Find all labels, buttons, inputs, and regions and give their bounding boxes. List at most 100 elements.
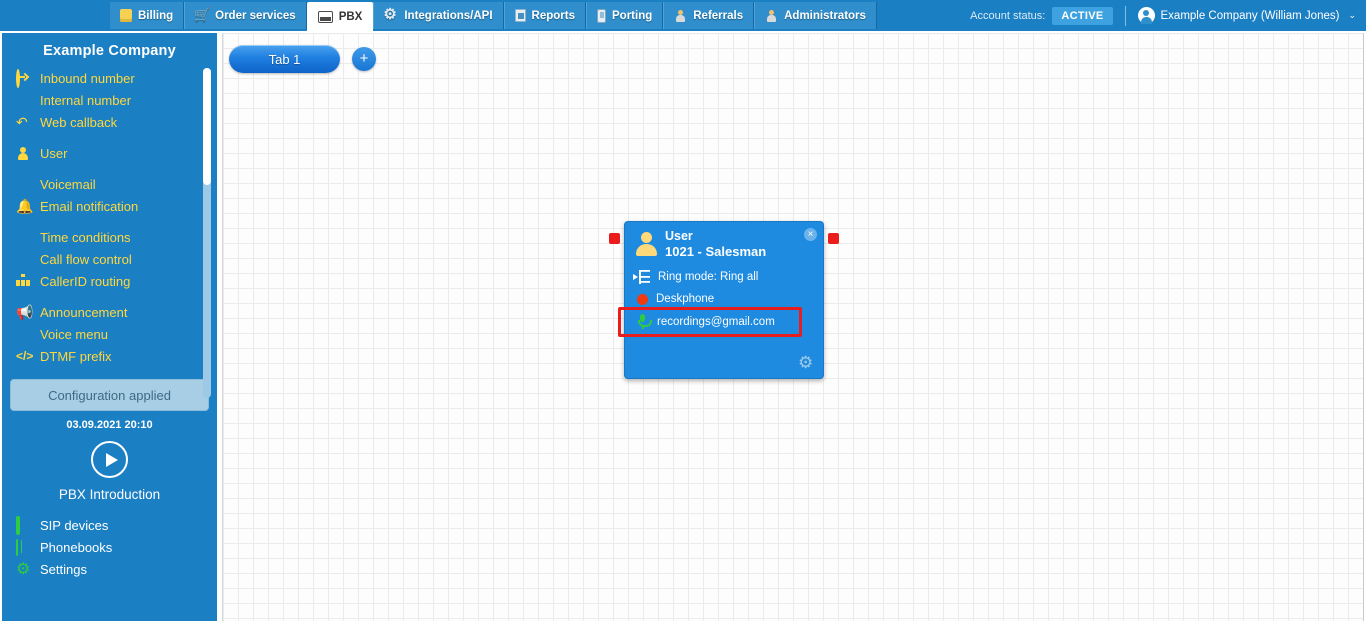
nav-tab-reports[interactable]: Reports (503, 2, 586, 29)
sidebar-item-label: SIP devices (40, 517, 109, 533)
divider (1124, 5, 1126, 26)
node-row-deskphone[interactable]: Deskphone (635, 293, 823, 305)
plus-icon: + (359, 49, 369, 67)
sidebar-item-label: Inbound number (40, 70, 135, 86)
sidebar-item-user[interactable]: User (16, 142, 217, 164)
chevron-down-icon: ⌄ (1348, 10, 1356, 20)
nav-tab-administrators[interactable]: Administrators (754, 2, 877, 29)
gear-icon (383, 5, 398, 23)
nav-tab-referrals[interactable]: Referrals (663, 2, 755, 29)
user-node-card[interactable]: × User 1021 - Salesman Ring mode: Ring a… (609, 221, 839, 379)
sidebar-item-label: Time conditions (40, 229, 131, 245)
node-input-port[interactable] (609, 233, 620, 244)
sidebar-item-label: CallerID routing (40, 273, 131, 289)
sidebar-item-label: Voice menu (40, 326, 108, 342)
sidebar-scrollbar[interactable] (203, 68, 211, 398)
node-header: User 1021 - Salesman (625, 222, 823, 259)
nav-tab-pbx[interactable]: PBX (306, 2, 374, 31)
sidebar-item-web-callback[interactable]: ↶ Web callback (16, 111, 217, 133)
user-icon (16, 146, 31, 161)
top-navigation-bar: Billing Order services PBX Integrations/… (0, 0, 1366, 31)
add-tab-button[interactable]: + (352, 47, 376, 71)
configuration-timestamp: 03.09.2021 20:10 (66, 419, 153, 431)
ring-mode-icon (633, 269, 650, 284)
top-nav-right-section: Account status: ACTIVE Example Company (… (970, 0, 1366, 31)
canvas-right-border (1363, 33, 1364, 621)
sidebar-item-phonebooks[interactable]: Phonebooks (16, 536, 217, 558)
node-row-label: Ring mode: Ring all (658, 270, 759, 283)
pbx-icon (317, 10, 333, 23)
user-avatar-icon (635, 232, 657, 256)
bell-icon: 🔔 (16, 197, 34, 214)
nav-tab-billing[interactable]: Billing (110, 2, 185, 29)
sidebar-scrollbar-thumb[interactable] (203, 68, 211, 185)
sidebar-item-callerid-routing[interactable]: CallerID routing (16, 270, 217, 292)
sidebar-item-label: Phonebooks (40, 539, 113, 555)
nav-tab-label: Administrators (784, 9, 866, 22)
sidebar: Example Company Inbound number Internal … (2, 33, 217, 621)
sidebar-item-label: DTMF prefix (40, 348, 112, 364)
configuration-status-label: Configuration applied (48, 387, 171, 403)
sidebar-item-dtmf-prefix[interactable]: </> DTMF prefix (16, 345, 217, 367)
avatar (1137, 7, 1155, 24)
book-icon (16, 538, 31, 556)
sidebar-item-label: Voicemail (40, 176, 96, 192)
node-detail-rows: Ring mode: Ring all Deskphone recordings… (618, 259, 823, 337)
account-status-badge: ACTIVE (1052, 6, 1113, 25)
sidebar-item-email-notification[interactable]: 🔔 Email notification (16, 195, 217, 217)
node-row-label: recordings@gmail.com (657, 315, 775, 328)
sidebar-item-label: Settings (40, 561, 87, 577)
nav-tab-label: Integrations/API (404, 9, 493, 22)
configuration-status-button[interactable]: Configuration applied (10, 379, 209, 411)
node-output-port[interactable] (828, 233, 839, 244)
sidebar-item-voice-menu[interactable]: Voice menu (16, 323, 217, 345)
nav-tab-label: Reports (531, 9, 575, 22)
flow-tab-bar: Tab 1 + (229, 45, 376, 73)
person-icon (674, 9, 687, 23)
sidebar-item-internal-number[interactable]: Internal number (16, 89, 217, 111)
sidebar-item-voicemail[interactable]: Voicemail (16, 173, 217, 195)
nav-tab-integrations-api[interactable]: Integrations/API (373, 2, 504, 29)
account-status-label: Account status: (970, 9, 1046, 22)
intro-video-wrapper (2, 441, 217, 478)
account-user-label: Example Company (William Jones) (1160, 9, 1340, 22)
top-nav-tab-list: Billing Order services PBX Integrations/… (110, 0, 877, 31)
node-row-recording-email[interactable]: recordings@gmail.com (618, 307, 823, 337)
mobile-phone-icon (597, 8, 606, 23)
sidebar-item-settings[interactable]: ⚙ Settings (16, 558, 217, 580)
play-icon[interactable] (91, 441, 128, 478)
sidebar-bottom-list: SIP devices Phonebooks ⚙ Settings (2, 514, 217, 580)
sidebar-item-sip-devices[interactable]: SIP devices (16, 514, 217, 536)
sidebar-item-label: Web callback (40, 114, 118, 130)
report-icon (514, 9, 526, 22)
person-icon (765, 9, 778, 23)
sidebar-item-label: Call flow control (40, 251, 132, 267)
nav-tab-label: Billing (138, 9, 174, 22)
nav-tab-order-services[interactable]: Order services (184, 2, 307, 29)
account-user-menu[interactable]: Example Company (William Jones) ⌄ (1137, 7, 1356, 24)
flow-tab-1[interactable]: Tab 1 (229, 45, 340, 73)
megaphone-icon: 📢 (16, 303, 34, 320)
close-icon[interactable]: × (804, 228, 817, 241)
sidebar-item-label: Email notification (40, 198, 139, 214)
inbound-arrow-icon (16, 68, 31, 88)
sidebar-element-list: Inbound number Internal number ↶ Web cal… (2, 67, 217, 367)
sitemap-icon (16, 274, 31, 289)
sidebar-item-announcement[interactable]: 📢 Announcement (16, 301, 217, 323)
cart-icon (194, 7, 210, 23)
node-row-ring-mode[interactable]: Ring mode: Ring all (633, 269, 823, 284)
nav-tab-porting[interactable]: Porting (586, 2, 664, 29)
flow-tab-label: Tab 1 (268, 51, 301, 67)
gear-icon[interactable]: ⚙ (798, 354, 815, 371)
node-row-label: Deskphone (656, 293, 715, 305)
status-dot-icon (637, 293, 648, 305)
flow-canvas[interactable]: Tab 1 + × User 1021 - Salesman Ring mode… (222, 33, 1364, 621)
sidebar-item-call-flow-control[interactable]: Call flow control (16, 248, 217, 270)
code-icon: </> (16, 348, 34, 363)
sidebar-item-time-conditions[interactable]: Time conditions (16, 226, 217, 248)
intro-video-caption: PBX Introduction (58, 487, 161, 502)
monitor-icon (16, 515, 31, 535)
nav-tab-label: PBX (338, 10, 363, 23)
sidebar-item-inbound-number[interactable]: Inbound number (16, 67, 217, 89)
